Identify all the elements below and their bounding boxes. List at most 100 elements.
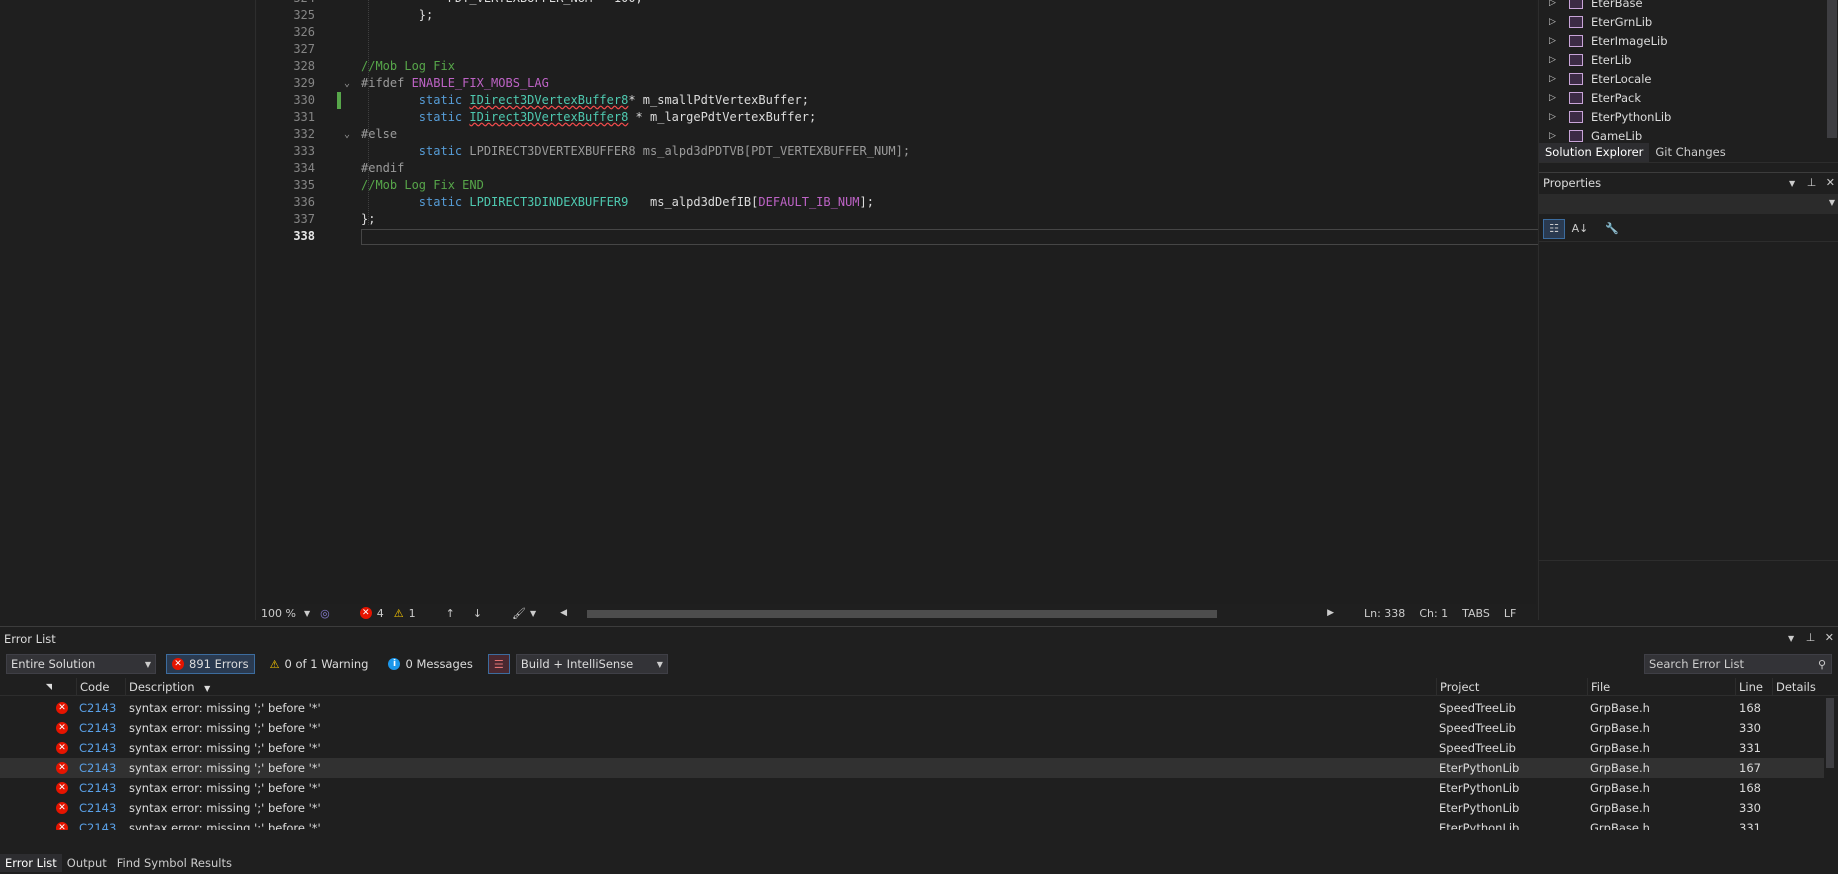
solution-explorer-tree[interactable]: ▷ EterBase ▷ EterGrnLib ▷ EterImageLib ▷ EterLi…	[1539, 0, 1838, 142]
project-name: EterPack	[1591, 90, 1642, 105]
alphabetical-sort-icon[interactable]: A↓	[1569, 219, 1591, 239]
cpp-project-icon	[1569, 91, 1583, 104]
solution-tree-item[interactable]: ▷ EterPack	[1539, 88, 1825, 107]
code-line[interactable]: 325 };	[257, 7, 1536, 24]
solution-tree-item[interactable]: ▷ GameLib	[1539, 126, 1825, 143]
expand-arrow-icon[interactable]: ▷	[1549, 36, 1556, 46]
tab-git-changes[interactable]: Git Changes	[1649, 143, 1731, 162]
error-list-scrollbar[interactable]	[1826, 698, 1834, 830]
code-line[interactable]: 330 static IDirect3DVertexBuffer8* m_sma…	[257, 92, 1536, 109]
error-count[interactable]: ✕ 4	[359, 607, 384, 620]
column-line[interactable]: Line	[1735, 678, 1773, 696]
solution-tree-item[interactable]: ▷ EterPythonLib	[1539, 107, 1825, 126]
expand-arrow-icon[interactable]: ▷	[1549, 74, 1556, 84]
cleanup-brush-icon[interactable]: 🖌 ▼	[512, 607, 536, 620]
code-editor[interactable]: 324 PDT_VERTEXBUFFER_NUM = 100;325 };326…	[257, 0, 1793, 606]
categorized-icon[interactable]: ☷	[1543, 218, 1565, 239]
error-code-link[interactable]: C2143	[79, 778, 116, 798]
column-severity[interactable]: ◥	[0, 678, 56, 696]
solution-tree-item[interactable]: ▷ EterGrnLib	[1539, 12, 1825, 31]
horizontal-scroll-thumb[interactable]	[587, 610, 1218, 618]
code-line[interactable]: 332 ⌄ #else	[257, 126, 1536, 143]
error-row[interactable]: ✕ C2143 syntax error: missing ';' before '…	[0, 718, 1824, 738]
code-line[interactable]: 336 static LPDIRECT3DINDEXBUFFER9 ms_alp…	[257, 194, 1536, 211]
scroll-right-arrow-icon[interactable]: ▶	[1327, 608, 1334, 618]
errors-filter-button[interactable]: ✕ 891 Errors	[166, 654, 255, 674]
tab-solution-explorer[interactable]: Solution Explorer	[1539, 143, 1650, 162]
line-indicator[interactable]: Ln: 338	[1364, 607, 1405, 620]
scroll-left-arrow-icon[interactable]: ◀	[560, 608, 567, 618]
tab-error-list[interactable]: Error List	[0, 854, 62, 872]
error-list-search-input[interactable]: Search Error List ⚲	[1644, 654, 1832, 674]
code-line[interactable]: 329 ⌄ #ifdef ENABLE_FIX_MOBS_LAG	[257, 75, 1536, 92]
error-list-scroll-thumb[interactable]	[1826, 698, 1834, 768]
column-details[interactable]: Details	[1772, 678, 1822, 696]
column-file[interactable]: File	[1587, 678, 1737, 696]
chevron-down-icon[interactable]: ▼	[1788, 634, 1794, 643]
code-line[interactable]: 335 //Mob Log Fix END	[257, 177, 1536, 194]
code-text: //Mob Log Fix END	[361, 177, 484, 194]
code-line[interactable]: 333 static LPDIRECT3DVERTEXBUFFER8 ms_al…	[257, 143, 1536, 160]
error-code-link[interactable]: C2143	[79, 798, 116, 818]
tab-output[interactable]: Output	[62, 854, 112, 872]
fold-toggle-icon[interactable]: ⌄	[344, 75, 350, 92]
column-project[interactable]: Project	[1436, 678, 1586, 696]
expand-arrow-icon[interactable]: ▷	[1549, 55, 1556, 65]
solution-tree-item[interactable]: ▷ EterImageLib	[1539, 31, 1825, 50]
warning-count[interactable]: ⚠ 1	[394, 607, 416, 620]
solution-tree-item[interactable]: ▷ EterLocale	[1539, 69, 1825, 88]
filter-toggle-icon[interactable]: ☰	[487, 654, 510, 674]
tab-find-symbol-results[interactable]: Find Symbol Results	[112, 854, 237, 872]
copilot-icon[interactable]: ◎	[320, 607, 330, 620]
solution-tree-item[interactable]: ▷ EterLib	[1539, 50, 1825, 69]
properties-object-selector[interactable]: ▼	[1539, 194, 1838, 214]
code-line[interactable]: 324 PDT_VERTEXBUFFER_NUM = 100;	[257, 0, 1536, 7]
expand-arrow-icon[interactable]: ▷	[1549, 93, 1556, 103]
code-line[interactable]: 326	[257, 24, 1536, 41]
warnings-filter-button[interactable]: ⚠ 0 of 1 Warning	[265, 654, 374, 674]
pin-icon[interactable]: ⊥	[1807, 176, 1817, 189]
error-code-link[interactable]: C2143	[79, 818, 116, 830]
chevron-down-icon[interactable]: ▼	[1789, 179, 1795, 188]
code-token: * m_largePdtVertexBuffer;	[628, 110, 817, 124]
expand-arrow-icon[interactable]: ▷	[1549, 17, 1556, 27]
fold-toggle-icon[interactable]: ⌄	[344, 126, 350, 143]
error-code-link[interactable]: C2143	[79, 718, 116, 738]
property-pages-wrench-icon[interactable]: 🔧	[1601, 219, 1623, 239]
close-icon[interactable]: ✕	[1825, 631, 1834, 644]
zoom-dropdown[interactable]: 100 % ▼	[261, 607, 310, 620]
solution-tree-item[interactable]: ▷ EterBase	[1539, 0, 1825, 12]
code-line[interactable]: 331 static IDirect3DVertexBuffer8 * m_la…	[257, 109, 1536, 126]
error-row[interactable]: ✕ C2143 syntax error: missing ';' before '…	[0, 738, 1824, 758]
column-indicator[interactable]: Ch: 1	[1419, 607, 1448, 620]
line-ending-indicator[interactable]: LF	[1504, 607, 1516, 620]
scope-dropdown[interactable]: Entire Solution ▼	[6, 654, 156, 674]
error-code-link[interactable]: C2143	[79, 758, 116, 778]
expand-arrow-icon[interactable]: ▷	[1549, 131, 1556, 141]
messages-filter-button[interactable]: i 0 Messages	[383, 654, 477, 674]
code-line[interactable]: 328 //Mob Log Fix	[257, 58, 1536, 75]
editor-horizontal-scrollbar[interactable]	[577, 608, 1317, 618]
error-list-rows[interactable]: ✕ C2143 syntax error: missing ';' before '…	[0, 698, 1838, 830]
close-icon[interactable]: ✕	[1826, 176, 1835, 189]
error-code-link[interactable]: C2143	[79, 698, 116, 718]
code-line[interactable]: 334 #endif	[257, 160, 1536, 177]
prev-issue-button[interactable]: ↑	[446, 607, 455, 620]
expand-arrow-icon[interactable]: ▷	[1549, 0, 1556, 8]
pin-icon[interactable]: ⊥	[1806, 631, 1816, 644]
build-filter-dropdown[interactable]: Build + IntelliSense ▼	[515, 654, 668, 674]
code-line[interactable]: 327	[257, 41, 1536, 58]
indent-mode-indicator[interactable]: TABS	[1462, 607, 1490, 620]
error-row[interactable]: ✕ C2143 syntax error: missing ';' before '…	[0, 778, 1824, 798]
error-row[interactable]: ✕ C2143 syntax error: missing ';' before '…	[0, 818, 1824, 830]
error-row[interactable]: ✕ C2143 syntax error: missing ';' before '…	[0, 758, 1824, 778]
error-code-link[interactable]: C2143	[79, 738, 116, 758]
code-line[interactable]: 337};	[257, 211, 1536, 228]
error-row[interactable]: ✕ C2143 syntax error: missing ';' before '…	[0, 698, 1824, 718]
expand-arrow-icon[interactable]: ▷	[1549, 112, 1556, 122]
error-row[interactable]: ✕ C2143 syntax error: missing ';' before '…	[0, 798, 1824, 818]
column-description[interactable]: Description ▼	[125, 678, 1435, 696]
column-code[interactable]: Code	[76, 678, 124, 696]
solution-explorer-scrollbar[interactable]	[1827, 0, 1837, 138]
next-issue-button[interactable]: ↓	[473, 607, 482, 620]
